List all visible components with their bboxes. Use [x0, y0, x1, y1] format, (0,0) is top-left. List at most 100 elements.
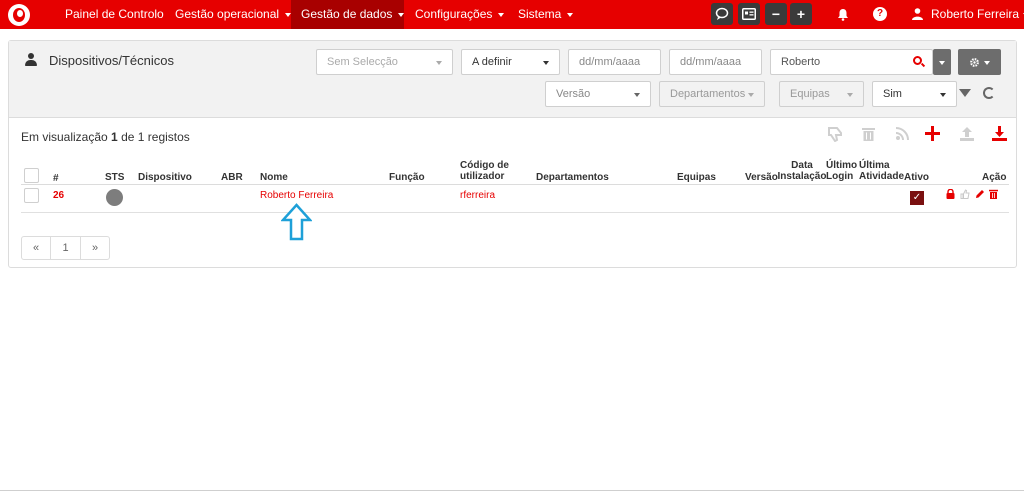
- date-from-input[interactable]: dd/mm/aaaa: [568, 49, 661, 75]
- teams-value: Equipas: [790, 88, 830, 100]
- nav-sistema[interactable]: Sistema: [508, 0, 583, 29]
- search-value: Roberto: [781, 56, 821, 68]
- clear-filter-icon[interactable]: [959, 89, 971, 97]
- contact-card-button[interactable]: [738, 3, 760, 25]
- devices-panel: Dispositivos/Técnicos Sem Selecção A def…: [8, 40, 1017, 268]
- thumbs-up-icon[interactable]: [960, 189, 970, 202]
- nav-gestao-de-dados[interactable]: Gestão de dados: [291, 0, 405, 29]
- top-navbar: Painel de Controlo Gestão operacional Ge…: [0, 0, 1024, 29]
- version-select[interactable]: Versão: [545, 81, 651, 107]
- chevron-down-icon: [398, 12, 405, 17]
- chevron-down-icon: [436, 61, 442, 65]
- notifications-button[interactable]: [837, 0, 849, 29]
- select-all-checkbox[interactable]: [24, 168, 39, 183]
- row-id[interactable]: 26: [53, 190, 64, 202]
- user-menu-avatar[interactable]: [912, 0, 923, 29]
- col-header-version[interactable]: Versão: [745, 172, 778, 183]
- col-header-last-activity-line1: Última: [859, 160, 890, 171]
- row-checkbox[interactable]: [24, 188, 39, 203]
- col-header-last-activity[interactable]: Última Atividade: [859, 160, 904, 182]
- minus-icon: −: [771, 6, 781, 22]
- chevron-down-icon: [567, 12, 574, 17]
- search-icon[interactable]: [913, 56, 922, 65]
- col-header-last-login-line2: Login: [826, 171, 854, 182]
- id-card-icon: [742, 8, 756, 20]
- page-last-button[interactable]: »: [81, 237, 109, 259]
- lock-icon[interactable]: [946, 188, 955, 202]
- col-header-install-date[interactable]: Data Instalação: [776, 160, 828, 182]
- nav-label: Painel de Controlo: [65, 7, 164, 21]
- col-header-active[interactable]: Ativo: [904, 172, 929, 183]
- row-name-link[interactable]: Roberto Ferreira: [260, 190, 333, 202]
- chevron-down-icon: [984, 60, 990, 65]
- nav-label: Gestão operacional: [175, 7, 280, 21]
- active-select[interactable]: Sim: [872, 81, 957, 107]
- chevron-down-icon: [939, 60, 945, 65]
- nav-painel-de-controlo[interactable]: Painel de Controlo: [55, 0, 174, 29]
- zoom-in-button[interactable]: +: [790, 3, 812, 25]
- nav-gestao-operacional[interactable]: Gestão operacional: [165, 0, 301, 29]
- delete-icon[interactable]: [989, 189, 998, 202]
- user-name-label: Roberto Ferreira: [931, 7, 1020, 21]
- gear-icon: [970, 58, 979, 68]
- state-select[interactable]: A definir: [461, 49, 560, 75]
- table-row-divider: [21, 212, 1009, 213]
- check-icon: ✓: [912, 192, 922, 203]
- search-input[interactable]: Roberto: [770, 49, 933, 75]
- col-header-name[interactable]: Nome: [260, 172, 288, 183]
- col-header-user-code[interactable]: Código de utilizador: [460, 160, 509, 182]
- refresh-icon[interactable]: [983, 87, 995, 99]
- version-value: Versão: [556, 88, 591, 100]
- active-value: Sim: [883, 88, 902, 100]
- col-header-last-login[interactable]: Último Login: [826, 160, 857, 182]
- plus-icon: +: [796, 6, 806, 22]
- col-header-last-login-line1: Último: [826, 160, 858, 171]
- add-icon[interactable]: [925, 126, 940, 145]
- trash-icon[interactable]: [861, 126, 876, 146]
- active-checkbox[interactable]: ✓: [910, 191, 924, 205]
- chevron-down-icon: [634, 93, 640, 97]
- page-1-button[interactable]: 1: [51, 237, 80, 259]
- col-header-num[interactable]: #: [53, 173, 59, 184]
- records-info-shown: 1: [111, 130, 118, 144]
- departments-select[interactable]: Departamentos: [659, 81, 765, 107]
- zoom-out-button[interactable]: −: [765, 3, 787, 25]
- nav-configuracoes[interactable]: Configurações: [405, 0, 514, 29]
- col-header-last-activity-line2: Atividade: [859, 171, 905, 182]
- panel-header: Dispositivos/Técnicos Sem Selecção A def…: [9, 41, 1016, 118]
- page-title: Dispositivos/Técnicos: [49, 53, 174, 68]
- col-header-teams[interactable]: Equipas: [677, 172, 716, 183]
- vodafone-logo-icon[interactable]: [8, 4, 30, 26]
- edit-pencil-icon[interactable]: [975, 189, 985, 202]
- col-header-sts[interactable]: STS: [105, 172, 124, 183]
- col-header-departments[interactable]: Departamentos: [536, 172, 609, 183]
- col-header-action: Ação: [982, 172, 1007, 183]
- bell-icon: [838, 9, 848, 21]
- rss-icon[interactable]: [895, 126, 910, 145]
- arrow-up-icon: [281, 203, 312, 241]
- thumbs-down-icon[interactable]: [827, 126, 844, 146]
- row-user-code-link[interactable]: rferreira: [460, 190, 495, 202]
- download-icon[interactable]: [991, 126, 1008, 146]
- date-to-input[interactable]: dd/mm/aaaa: [669, 49, 762, 75]
- col-header-install-line1: Data: [791, 160, 813, 171]
- chat-button[interactable]: [711, 3, 733, 25]
- help-icon[interactable]: ?: [873, 7, 887, 21]
- date-to-placeholder: dd/mm/aaaa: [680, 56, 742, 68]
- col-header-abr[interactable]: ABR: [221, 172, 243, 183]
- settings-button[interactable]: [958, 49, 1001, 75]
- selection-select[interactable]: Sem Selecção: [316, 49, 453, 75]
- nav-label: Sistema: [518, 7, 562, 21]
- search-options-button[interactable]: [933, 49, 951, 75]
- chevron-down-icon: [748, 93, 754, 97]
- teams-select[interactable]: Equipas: [779, 81, 864, 107]
- page-first-button[interactable]: «: [22, 237, 50, 259]
- col-header-role[interactable]: Função: [389, 172, 425, 183]
- col-header-user-code-line1: Código de: [460, 160, 509, 171]
- chat-bubble-icon: [715, 7, 729, 20]
- user-menu[interactable]: Roberto Ferreira: [931, 0, 1024, 29]
- footer-divider: [0, 490, 1024, 491]
- col-header-device[interactable]: Dispositivo: [138, 172, 192, 183]
- selection-value: Sem Selecção: [327, 56, 398, 68]
- upload-icon[interactable]: [959, 126, 975, 146]
